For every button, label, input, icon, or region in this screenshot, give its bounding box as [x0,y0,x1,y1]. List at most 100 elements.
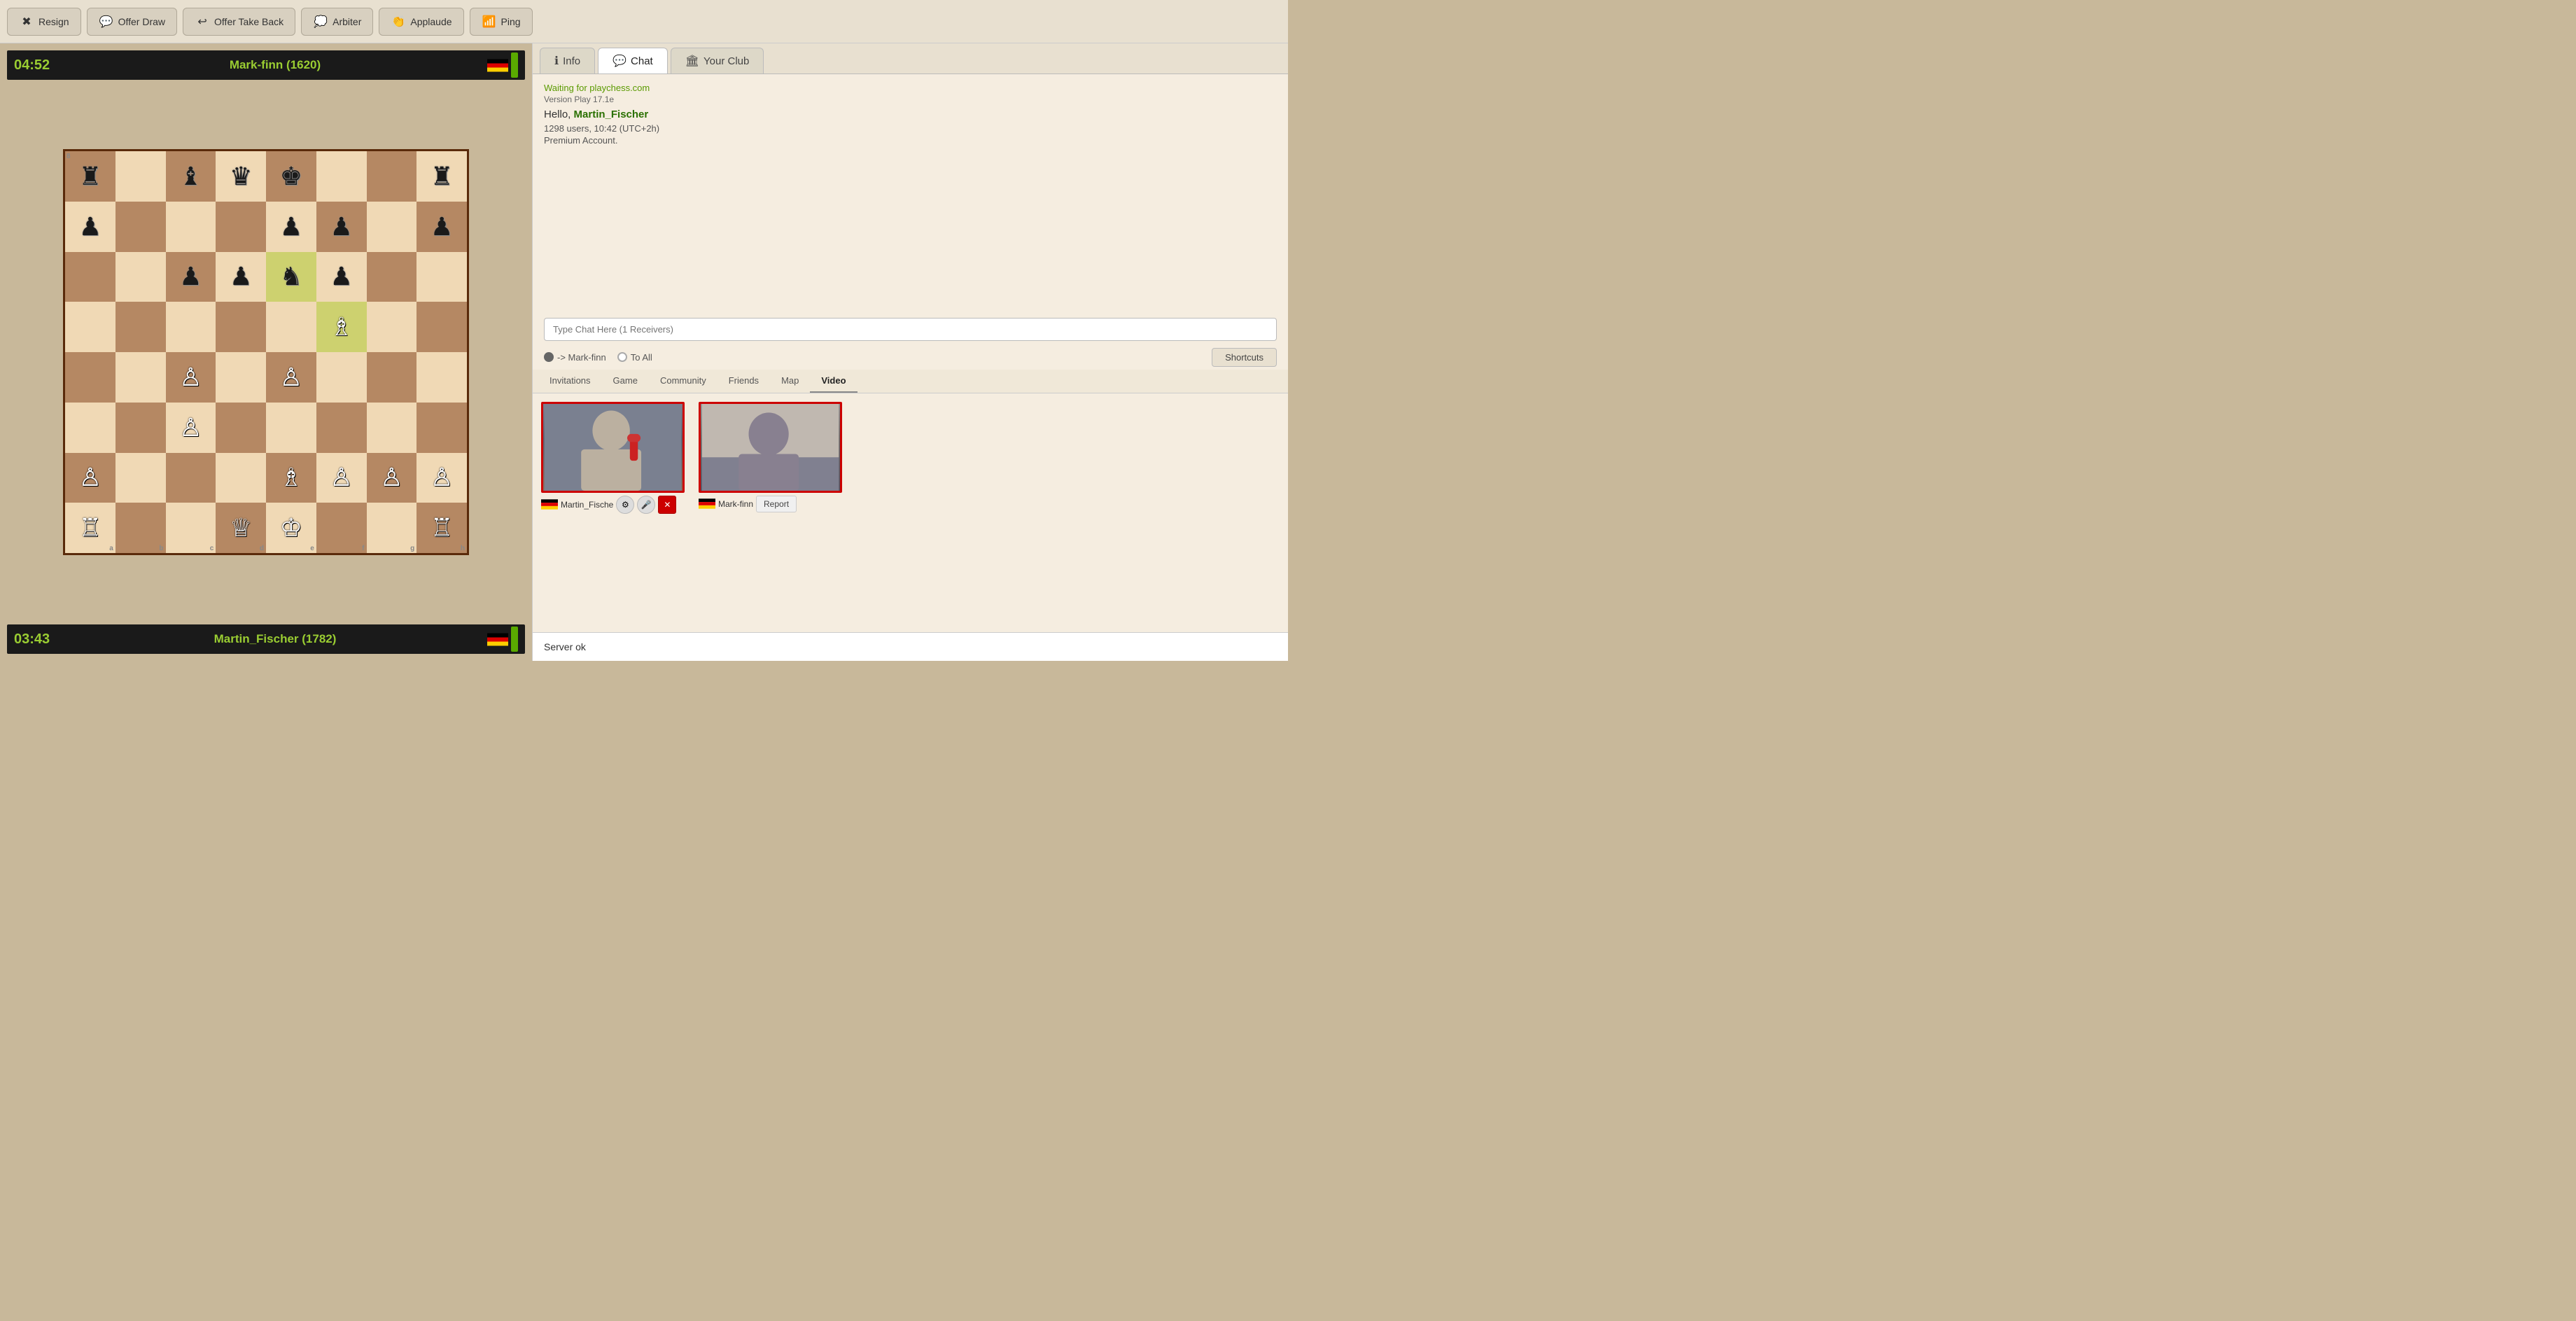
cell-h3[interactable] [416,403,467,453]
cell-b4[interactable] [115,352,166,403]
sub-tab-video[interactable]: Video [810,370,857,393]
cell-c5[interactable] [166,302,216,352]
cell-g8[interactable] [367,151,417,202]
offer-takeback-button[interactable]: ↩ Offer Take Back [183,8,295,36]
cell-c6[interactable]: ♟ [166,252,216,302]
cell-e6[interactable]: ♞ [266,252,316,302]
cell-e1[interactable]: ♔e [266,503,316,553]
cell-d5[interactable] [216,302,266,352]
cell-d3[interactable] [216,403,266,453]
cell-a2[interactable]: ♙ [65,453,115,503]
cell-f5[interactable]: ♗ [316,302,367,352]
cell-g5[interactable] [367,302,417,352]
cell-e2[interactable]: ♗ [266,453,316,503]
cell-f3[interactable] [316,403,367,453]
sub-tab-community[interactable]: Community [649,370,718,393]
cell-d2[interactable] [216,453,266,503]
cell-h1[interactable]: ♖h [416,503,467,553]
club-icon: 🏛 [685,54,699,68]
cell-a1[interactable]: ♖a [65,503,115,553]
cell-b5[interactable] [115,302,166,352]
ping-button[interactable]: 📶 Ping [470,8,533,36]
cell-b6[interactable] [115,252,166,302]
resign-button[interactable]: ✖ Resign [7,8,81,36]
cell-g7[interactable] [367,202,417,252]
cell-d6[interactable]: ♟ [216,252,266,302]
report-button[interactable]: Report [756,496,797,512]
offer-draw-button[interactable]: 💬 Offer Draw [87,8,177,36]
cell-c1[interactable]: c [166,503,216,553]
cell-a4[interactable] [65,352,115,403]
cell-c2[interactable] [166,453,216,503]
video-close-btn-1[interactable]: ✕ [658,496,676,514]
cell-a8[interactable]: 8♜ [65,151,115,202]
account-type: Premium Account. [544,135,1277,146]
cell-a6[interactable] [65,252,115,302]
sub-tab-friends[interactable]: Friends [718,370,770,393]
cell-c7[interactable] [166,202,216,252]
cell-a3[interactable] [65,403,115,453]
video-players: Martin_Fische ⚙ 🎤 ✕ [541,402,1280,514]
cell-b7[interactable] [115,202,166,252]
cell-g4[interactable] [367,352,417,403]
cell-f8[interactable] [316,151,367,202]
cell-d1[interactable]: ♕d [216,503,266,553]
cell-e8[interactable]: ♚ [266,151,316,202]
cell-c8[interactable]: ♝ [166,151,216,202]
chat-icon: 💬 [612,54,626,68]
cell-d7[interactable] [216,202,266,252]
cell-c3[interactable]: ♙ [166,403,216,453]
applaude-button[interactable]: 👏 Applaude [379,8,463,36]
chess-board[interactable]: 8♜ ♝ ♛ ♚ ♜ ♟ ♟ ♟ ♟ ♟ [63,149,469,555]
recipient-mark-finn[interactable]: -> Mark-finn [544,352,606,363]
sub-tabs: Invitations Game Community Friends Map V… [533,370,1288,393]
cell-h2[interactable]: ♙ [416,453,467,503]
cell-f7[interactable]: ♟ [316,202,367,252]
arbiter-button[interactable]: 💭 Arbiter [301,8,373,36]
cell-b3[interactable] [115,403,166,453]
cell-g2[interactable]: ♙ [367,453,417,503]
cell-g3[interactable] [367,403,417,453]
cell-f6[interactable]: ♟ [316,252,367,302]
cell-f1[interactable]: f [316,503,367,553]
cell-c4[interactable]: ♙ [166,352,216,403]
shortcuts-button[interactable]: Shortcuts [1212,348,1277,367]
recipient-to-all[interactable]: To All [617,352,652,363]
top-time-bar [511,53,518,78]
cell-h4[interactable] [416,352,467,403]
cell-e7[interactable]: ♟ [266,202,316,252]
cell-b8[interactable] [115,151,166,202]
cell-b2[interactable] [115,453,166,503]
cell-h5[interactable] [416,302,467,352]
cell-a7[interactable]: ♟ [65,202,115,252]
cell-d4[interactable] [216,352,266,403]
cell-h8[interactable]: ♜ [416,151,467,202]
cell-d8[interactable]: ♛ [216,151,266,202]
hello-text: Hello, Martin_Fischer [544,109,1277,120]
sub-tab-map[interactable]: Map [770,370,810,393]
cell-a5[interactable] [65,302,115,352]
cell-g6[interactable] [367,252,417,302]
tab-your-club[interactable]: 🏛 Your Club [671,48,764,74]
sub-tab-game[interactable]: Game [602,370,649,393]
main-content: 04:52 Mark-finn (1620) 8♜ ♝ ♛ ♚ ♜ [0,43,1288,661]
tab-chat[interactable]: 💬 Chat [598,48,668,74]
cell-f4[interactable] [316,352,367,403]
flag-de-player2 [699,498,715,509]
cell-g1[interactable]: g [367,503,417,553]
chat-input[interactable] [544,318,1277,341]
video-settings-btn-1[interactable]: ⚙ [616,496,634,514]
offer-takeback-icon: ↩ [195,14,210,29]
cell-e4[interactable]: ♙ [266,352,316,403]
cell-b1[interactable]: b [115,503,166,553]
cell-e5[interactable] [266,302,316,352]
cell-h6[interactable] [416,252,467,302]
sub-tab-invitations[interactable]: Invitations [538,370,602,393]
cell-e3[interactable] [266,403,316,453]
chess-panel: 04:52 Mark-finn (1620) 8♜ ♝ ♛ ♚ ♜ [0,43,532,661]
cell-h7[interactable]: ♟ [416,202,467,252]
cell-f2[interactable]: ♙ [316,453,367,503]
tab-info[interactable]: ℹ Info [540,48,595,74]
video-mic-btn-1[interactable]: 🎤 [637,496,655,514]
video-feed-2 [701,404,840,491]
